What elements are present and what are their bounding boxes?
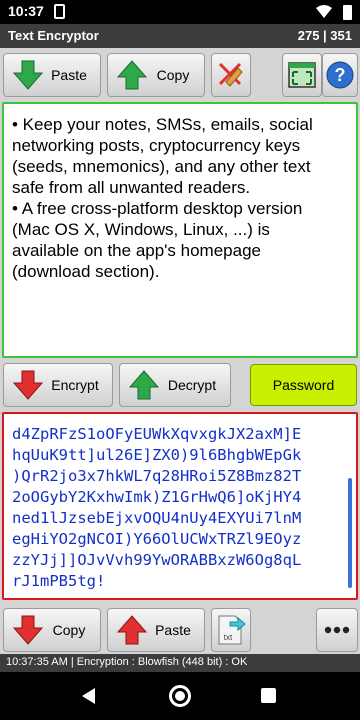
battery-icon [343,5,352,20]
home-icon[interactable] [169,685,191,707]
status-footer: 10:37:35 AM | Encryption : Blowfish (448… [0,654,360,672]
help-icon: ? [326,61,354,89]
status-bar: 10:37 [0,0,360,24]
txt-label: txt [224,633,233,642]
arrow-down-icon [12,60,44,90]
txt-file-icon: txt [218,615,246,645]
arrow-down-icon [12,615,44,645]
paste-button[interactable]: Paste [3,53,101,97]
scrollbar[interactable] [348,478,352,588]
navigation-bar [0,672,360,720]
encrypt-button[interactable]: Encrypt [3,363,113,407]
decrypt-button[interactable]: Decrypt [119,363,231,407]
share-txt-button[interactable]: txt [211,608,251,652]
paste-cipher-button[interactable]: Paste [107,608,205,652]
encrypt-label: Encrypt [51,377,99,393]
copy-cipher-label: Copy [52,622,86,638]
cipher-text-content: d4ZpRFzS1oOFyEUWkXqvxgkJX2axM]E hqUuK9tt… [12,425,302,590]
svg-text:?: ? [335,65,346,85]
app-title: Text Encryptor [8,28,99,43]
clear-button[interactable] [211,53,251,97]
copy-cipher-button[interactable]: Copy [3,608,101,652]
plain-text-content: • Keep your notes, SMSs, emails, social … [12,115,313,281]
back-icon[interactable] [82,688,96,704]
wifi-icon [316,5,332,18]
arrow-down-icon [12,370,44,400]
more-dots-icon [324,626,350,634]
plain-text-field[interactable]: • Keep your notes, SMSs, emails, social … [2,102,358,358]
help-button[interactable]: ? [322,53,358,97]
password-button[interactable]: Password [250,364,357,406]
fullscreen-icon [288,62,316,88]
arrow-up-icon [116,615,148,645]
broom-icon [218,62,243,87]
copy-label: Copy [156,67,190,83]
fullscreen-button[interactable] [282,53,322,97]
sim-icon [54,4,65,19]
clock: 10:37 [8,3,44,19]
character-counter: 275 | 351 [297,28,352,43]
status-text: 10:37:35 AM | Encryption : Blowfish (448… [6,656,248,668]
password-label: Password [272,377,335,393]
recent-apps-icon[interactable] [261,688,276,703]
more-button[interactable] [316,608,358,652]
cipher-text-field[interactable]: d4ZpRFzS1oOFyEUWkXqvxgkJX2axM]E hqUuK9tt… [2,412,358,600]
decrypt-label: Decrypt [167,377,217,393]
copy-button[interactable]: Copy [107,53,205,97]
main-area: Paste Copy ? • Keep your notes, SMSs, em… [0,48,360,654]
paste-label: Paste [51,67,87,83]
paste-cipher-label: Paste [155,622,191,638]
arrow-up-icon [128,370,160,400]
arrow-up-icon [116,60,148,90]
app-title-bar: Text Encryptor 275 | 351 [0,24,360,48]
